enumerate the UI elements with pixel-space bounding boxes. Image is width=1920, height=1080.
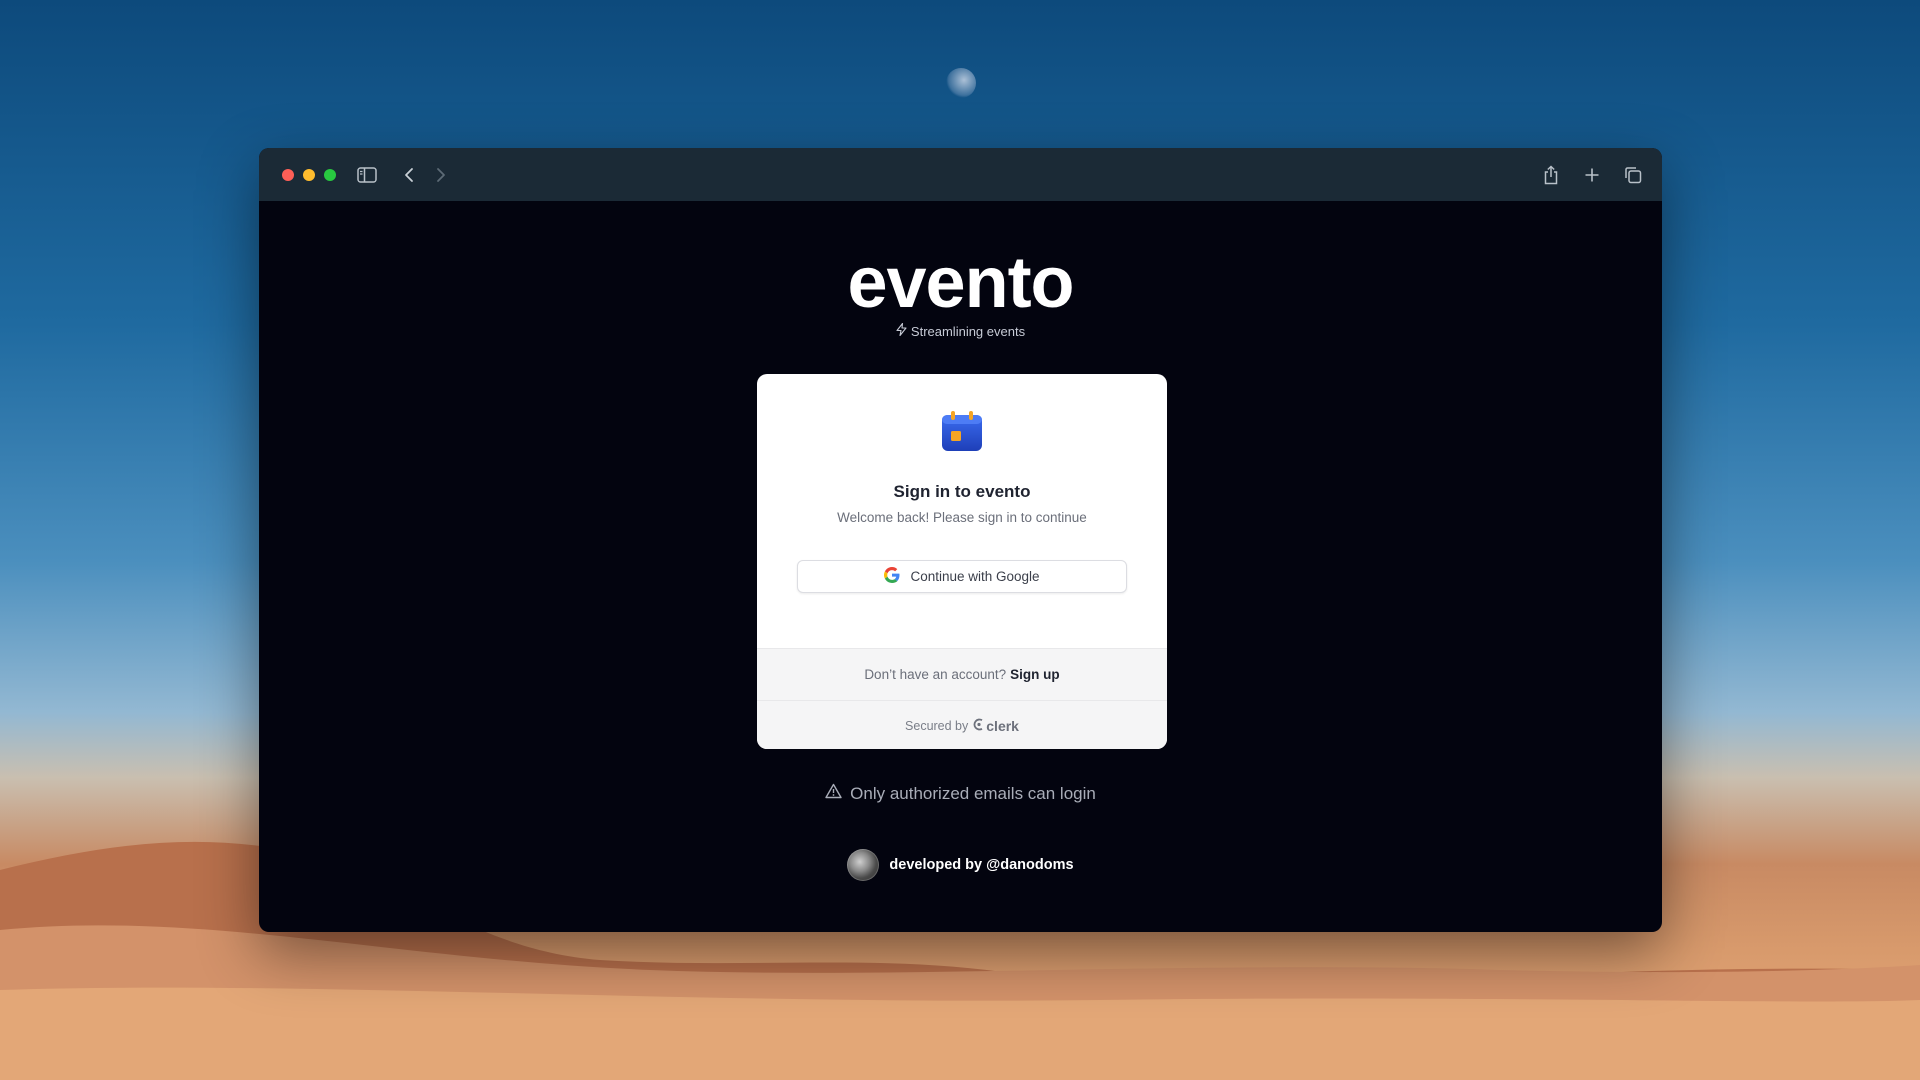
signin-card-footer: Don’t have an account? Sign up Secured b… xyxy=(757,648,1167,749)
signup-link[interactable]: Sign up xyxy=(1010,667,1060,682)
clerk-logo[interactable]: clerk xyxy=(973,718,1019,734)
tabs-overview-icon[interactable] xyxy=(1621,163,1645,187)
calendar-icon xyxy=(941,410,983,452)
signup-row: Don’t have an account? Sign up xyxy=(757,649,1167,701)
close-window-button[interactable] xyxy=(282,168,294,181)
zoom-window-button[interactable] xyxy=(324,168,336,181)
card-title: Sign in to evento xyxy=(893,482,1031,501)
signup-prompt: Don’t have an account? xyxy=(864,667,1007,682)
secured-by-row: Secured by clerk xyxy=(757,701,1167,749)
developer-credit[interactable]: developed by @danodoms xyxy=(259,849,1662,881)
signin-card: Sign in to evento Welcome back! Please s… xyxy=(757,374,1167,749)
continue-with-google-button[interactable]: Continue with Google xyxy=(797,560,1127,593)
secured-by-text: Secured by xyxy=(905,718,969,733)
signin-card-body: Sign in to evento Welcome back! Please s… xyxy=(757,374,1167,648)
clerk-icon xyxy=(973,718,984,734)
back-icon[interactable] xyxy=(397,163,421,187)
clerk-wordmark: clerk xyxy=(986,717,1019,734)
notice-text: Only authorized emails can login xyxy=(850,783,1096,803)
moon xyxy=(946,68,976,98)
warning-icon xyxy=(825,783,842,804)
window-controls xyxy=(282,168,336,181)
authorized-emails-notice: Only authorized emails can login xyxy=(259,783,1662,804)
tagline: Streamlining events xyxy=(259,322,1662,339)
sidebar-icon[interactable] xyxy=(355,163,379,187)
developer-credit-text: developed by @danodoms xyxy=(889,857,1074,873)
tagline-text: Streamlining events xyxy=(910,323,1026,339)
google-button-label: Continue with Google xyxy=(910,569,1040,584)
sparkle-icon xyxy=(896,322,907,339)
browser-titlebar xyxy=(259,148,1662,201)
share-icon[interactable] xyxy=(1539,163,1563,187)
card-subtitle: Welcome back! Please sign in to continue xyxy=(837,510,1087,525)
brand-title: evento xyxy=(847,243,1074,323)
forward-icon[interactable] xyxy=(429,163,453,187)
page-content: evento Streamlining events Sign in to ev… xyxy=(259,201,1662,932)
avatar xyxy=(847,849,880,881)
browser-window: evento Streamlining events Sign in to ev… xyxy=(259,148,1662,932)
new-tab-icon[interactable] xyxy=(1580,163,1604,187)
google-icon xyxy=(884,567,900,586)
minimize-window-button[interactable] xyxy=(303,168,315,181)
